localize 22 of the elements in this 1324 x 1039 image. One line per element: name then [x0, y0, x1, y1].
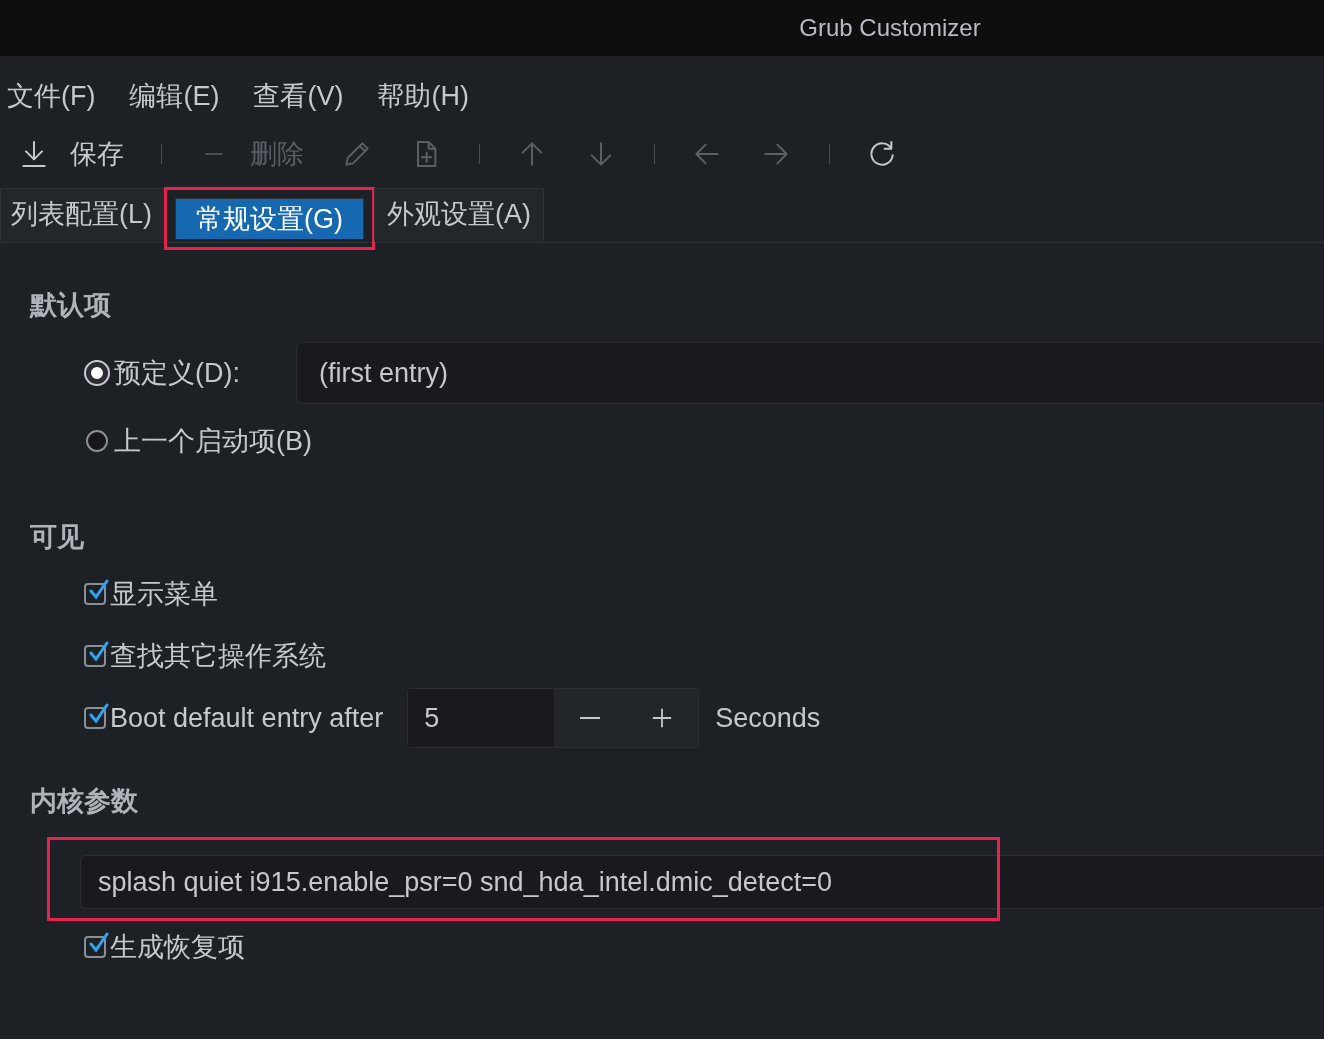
toolbar-button[interactable]: 保存	[18, 136, 143, 172]
dropdown-field[interactable]: (first entry)	[296, 342, 1324, 404]
section-heading: 默认项	[30, 289, 112, 322]
tab[interactable]: 常规设置(G)	[175, 197, 364, 239]
menu-item[interactable]: 编辑(E)	[129, 78, 220, 114]
tab[interactable]: 列表配置(L)	[0, 188, 165, 242]
unit-label: Seconds	[715, 702, 821, 734]
checkbox-label: 生成恢复项	[110, 931, 245, 964]
section-heading: 可见	[30, 521, 85, 554]
section-heading: 内核参数	[30, 785, 139, 818]
minus-icon	[203, 153, 225, 155]
radio-button[interactable]: 预定义(D):	[86, 355, 272, 391]
menu-item[interactable]: 查看(V)	[253, 78, 344, 114]
tab[interactable]: 外观设置(A)	[374, 188, 544, 242]
text-field[interactable]: splash quiet i915.enable_psr=0 snd_hda_intel.dmic_detect=0	[80, 855, 1324, 909]
window-title: Grub Customizer	[799, 14, 981, 42]
menu-item[interactable]: 文件(F)	[7, 78, 96, 114]
menu-item[interactable]: 帮助(H)	[377, 78, 469, 114]
checkbox-label: 查找其它操作系统	[110, 640, 326, 673]
checkbox-label: Boot default entry after	[110, 702, 384, 734]
checkbox-label: 显示菜单	[110, 578, 218, 611]
radio-button[interactable]: 上一个启动项(B)	[86, 423, 312, 459]
